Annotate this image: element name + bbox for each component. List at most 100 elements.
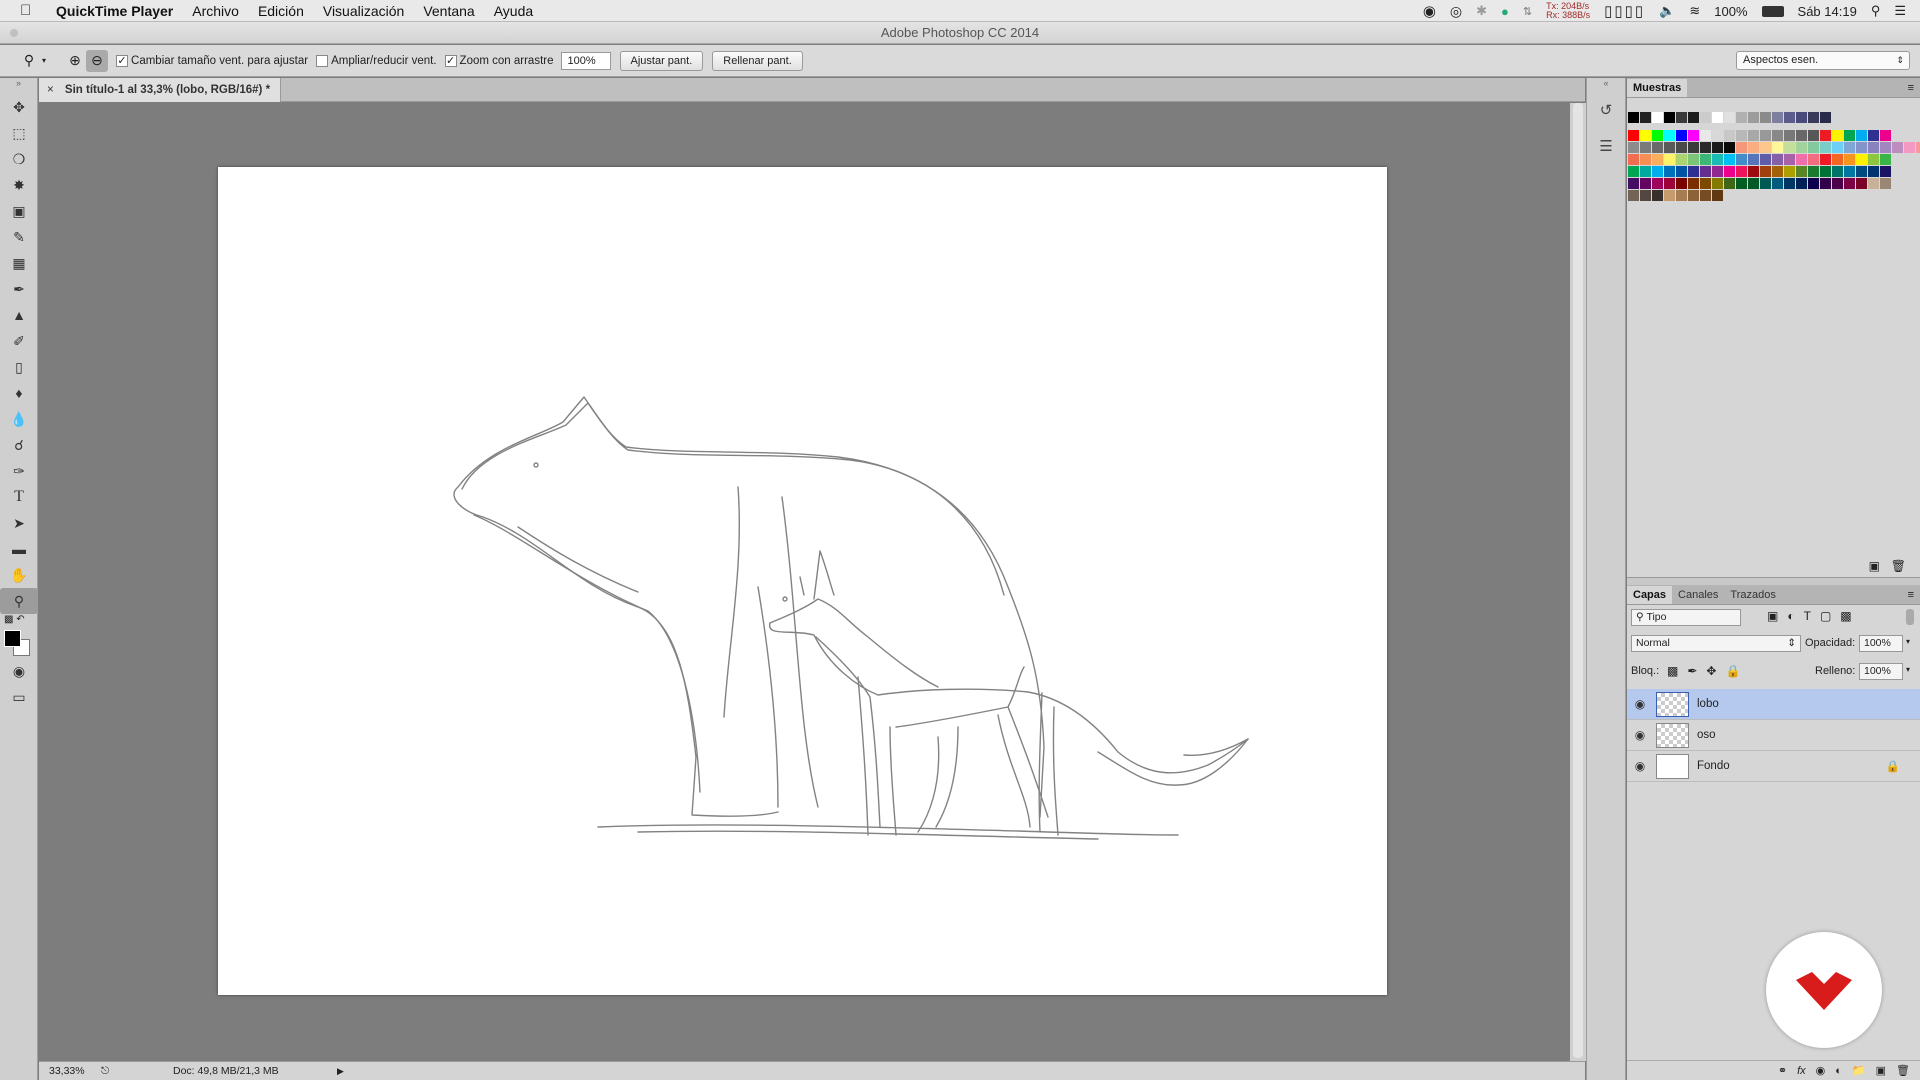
record-icon[interactable]: ◎ bbox=[1450, 3, 1462, 20]
color-swatch[interactable] bbox=[1856, 142, 1867, 153]
brush-tool-icon[interactable]: ✒ bbox=[0, 276, 38, 302]
lock-pixels-icon[interactable]: ✒ bbox=[1687, 664, 1706, 678]
color-swatch[interactable] bbox=[1772, 112, 1783, 123]
quick-mask-icon[interactable]: ◉ bbox=[0, 658, 38, 684]
color-swatch[interactable] bbox=[1628, 154, 1639, 165]
color-swatch[interactable] bbox=[1640, 130, 1651, 141]
color-swatch[interactable] bbox=[1868, 166, 1879, 177]
menu-edicion[interactable]: Edición bbox=[258, 3, 304, 19]
color-swatch[interactable] bbox=[1820, 178, 1831, 189]
color-swatch[interactable] bbox=[1880, 130, 1891, 141]
color-swatch[interactable] bbox=[1844, 178, 1855, 189]
color-swatch[interactable] bbox=[1628, 166, 1639, 177]
eraser-tool-icon[interactable]: ▯ bbox=[0, 354, 38, 380]
visibility-eye-icon[interactable]: ◉ bbox=[1627, 728, 1653, 742]
opacity-dropdown-icon[interactable]: ▾ bbox=[1906, 637, 1910, 646]
color-swatch[interactable] bbox=[1676, 178, 1687, 189]
color-swatch[interactable] bbox=[1640, 112, 1651, 123]
color-swatch[interactable] bbox=[1748, 142, 1759, 153]
creative-cloud-icon[interactable]: ◉ bbox=[1423, 2, 1436, 20]
scrollbar-thumb[interactable] bbox=[1573, 103, 1583, 1058]
color-swatch[interactable] bbox=[1724, 154, 1735, 165]
color-swatch[interactable] bbox=[1820, 112, 1831, 123]
color-swatch[interactable] bbox=[1724, 112, 1735, 123]
lock-all-icon[interactable]: 🔒 bbox=[1725, 664, 1749, 678]
color-swatch[interactable] bbox=[1748, 178, 1759, 189]
layer-row-fondo[interactable]: ◉ Fondo 🔒 bbox=[1627, 751, 1920, 782]
color-swatch[interactable] bbox=[1808, 130, 1819, 141]
color-swatch[interactable] bbox=[1688, 166, 1699, 177]
color-swatch[interactable] bbox=[1832, 166, 1843, 177]
tab-canales[interactable]: Canales bbox=[1672, 586, 1724, 604]
color-swatch[interactable] bbox=[1796, 154, 1807, 165]
wifi-icon[interactable]: ≋ bbox=[1689, 3, 1700, 19]
color-swatch[interactable] bbox=[1868, 130, 1879, 141]
color-swatch[interactable] bbox=[1688, 142, 1699, 153]
color-swatch[interactable] bbox=[1700, 154, 1711, 165]
swap-colors-icon[interactable]: ▩ ↶ bbox=[0, 614, 37, 628]
color-swatch[interactable] bbox=[1652, 112, 1663, 123]
zoom-all-checkbox[interactable] bbox=[316, 54, 329, 67]
zoom-in-icon[interactable]: ⊕ bbox=[64, 50, 86, 72]
color-swatch[interactable] bbox=[1892, 142, 1903, 153]
color-swatch[interactable] bbox=[1736, 142, 1747, 153]
layer-filter-select[interactable]: ⚲ Tipo bbox=[1631, 609, 1741, 626]
color-swatch[interactable] bbox=[1820, 154, 1831, 165]
color-swatch[interactable] bbox=[1712, 112, 1723, 123]
screen-mode-icon[interactable]: ▭ bbox=[0, 684, 38, 710]
eyedropper-tool-icon[interactable]: ✎ bbox=[0, 224, 38, 250]
new-group-icon[interactable]: 📁 bbox=[1852, 1064, 1866, 1077]
color-swatch[interactable] bbox=[1652, 166, 1663, 177]
color-swatch[interactable] bbox=[1832, 178, 1843, 189]
window-close-icon[interactable] bbox=[10, 29, 18, 37]
color-swatch[interactable] bbox=[1760, 142, 1771, 153]
color-swatch[interactable] bbox=[1820, 166, 1831, 177]
color-swatch[interactable] bbox=[1820, 142, 1831, 153]
color-swatch[interactable] bbox=[1640, 178, 1651, 189]
color-swatch[interactable] bbox=[1664, 112, 1675, 123]
color-swatch[interactable] bbox=[1748, 130, 1759, 141]
apple-icon[interactable]:  bbox=[20, 2, 40, 19]
foreground-color-swatch[interactable] bbox=[4, 630, 21, 647]
color-swatch[interactable] bbox=[1700, 130, 1711, 141]
color-swatches[interactable] bbox=[0, 628, 37, 658]
document-canvas[interactable] bbox=[218, 167, 1387, 995]
color-swatch[interactable] bbox=[1844, 166, 1855, 177]
paint-bucket-tool-icon[interactable]: ♦ bbox=[0, 380, 38, 406]
visibility-eye-icon[interactable]: ◉ bbox=[1627, 697, 1653, 711]
zoom-level-field[interactable]: 33,33% bbox=[49, 1062, 85, 1080]
color-swatch[interactable] bbox=[1628, 130, 1639, 141]
color-swatch[interactable] bbox=[1760, 166, 1771, 177]
color-swatch[interactable] bbox=[1628, 178, 1639, 189]
menu-ayuda[interactable]: Ayuda bbox=[494, 3, 533, 19]
filter-toggle-icon[interactable] bbox=[1906, 609, 1914, 625]
color-swatch[interactable] bbox=[1856, 166, 1867, 177]
pen-tool-icon[interactable]: ✑ bbox=[0, 458, 38, 484]
color-swatch[interactable] bbox=[1796, 112, 1807, 123]
bluetooth-icon[interactable]: ✱ bbox=[1476, 3, 1487, 19]
marquee-tool-icon[interactable]: ⬚ bbox=[0, 120, 38, 146]
color-swatch[interactable] bbox=[1808, 112, 1819, 123]
layer-name[interactable]: lobo bbox=[1697, 698, 1719, 710]
filter-shape-icon[interactable]: ▢ bbox=[1820, 609, 1840, 623]
preset-dropdown-icon[interactable]: ▾ bbox=[42, 56, 46, 65]
color-swatch[interactable] bbox=[1676, 142, 1687, 153]
color-swatch[interactable] bbox=[1640, 142, 1651, 153]
color-swatch[interactable] bbox=[1808, 142, 1819, 153]
color-swatch[interactable] bbox=[1688, 112, 1699, 123]
zoom-all-option[interactable]: Ampliar/reducir vent. bbox=[316, 54, 437, 67]
color-swatch[interactable] bbox=[1652, 178, 1663, 189]
color-swatch[interactable] bbox=[1712, 154, 1723, 165]
color-swatch[interactable] bbox=[1712, 166, 1723, 177]
vertical-scrollbar[interactable] bbox=[1570, 103, 1586, 1061]
history-brush-tool-icon[interactable]: ✐ bbox=[0, 328, 38, 354]
color-swatch[interactable] bbox=[1760, 112, 1771, 123]
volume-icon[interactable]: 🔈 bbox=[1659, 3, 1675, 19]
color-swatch[interactable] bbox=[1880, 154, 1891, 165]
scrubby-zoom-option[interactable]: ✓ Zoom con arrastre bbox=[444, 54, 554, 67]
color-swatch[interactable] bbox=[1652, 130, 1663, 141]
color-swatch[interactable] bbox=[1868, 142, 1879, 153]
visibility-eye-icon[interactable]: ◉ bbox=[1627, 759, 1653, 773]
color-swatch[interactable] bbox=[1676, 166, 1687, 177]
color-swatch[interactable] bbox=[1664, 130, 1675, 141]
